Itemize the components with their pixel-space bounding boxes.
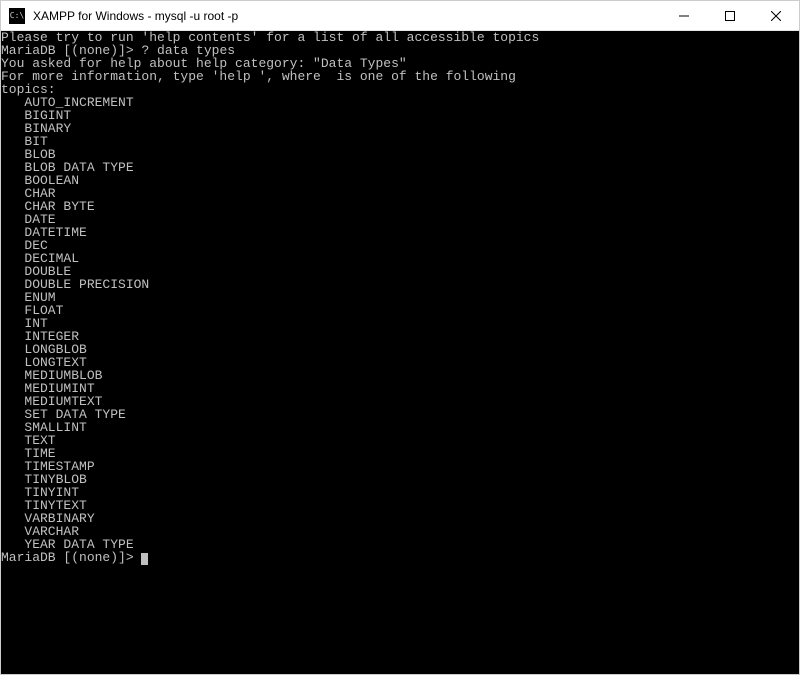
terminal-output[interactable]: Please try to run 'help contents' for a … xyxy=(1,31,799,674)
cmd-icon: C:\ xyxy=(9,8,25,24)
help-topic: TEXT xyxy=(1,434,799,447)
help-topic: LONGTEXT xyxy=(1,356,799,369)
close-icon xyxy=(771,11,781,21)
close-button[interactable] xyxy=(753,1,799,30)
help-topic: MEDIUMINT xyxy=(1,382,799,395)
prompt-prefix: MariaDB [(none)]> xyxy=(1,550,141,565)
help-topic: VARBINARY xyxy=(1,512,799,525)
help-topic: TINYTEXT xyxy=(1,499,799,512)
terminal-line: For more information, type 'help ', wher… xyxy=(1,70,799,83)
help-topic: CHAR BYTE xyxy=(1,200,799,213)
help-topic: DATETIME xyxy=(1,226,799,239)
help-topic: MEDIUMBLOB xyxy=(1,369,799,382)
help-topic: BOOLEAN xyxy=(1,174,799,187)
help-topic: DOUBLE PRECISION xyxy=(1,278,799,291)
help-topic: INTEGER xyxy=(1,330,799,343)
help-topic: AUTO_INCREMENT xyxy=(1,96,799,109)
help-topic: TINYINT xyxy=(1,486,799,499)
minimize-button[interactable] xyxy=(661,1,707,30)
window-controls xyxy=(661,1,799,30)
window-titlebar: C:\ XAMPP for Windows - mysql -u root -p xyxy=(1,1,799,31)
help-topic: TINYBLOB xyxy=(1,473,799,486)
maximize-icon xyxy=(725,11,735,21)
help-topic: TIMESTAMP xyxy=(1,460,799,473)
help-topic: INT xyxy=(1,317,799,330)
help-topic: BLOB DATA TYPE xyxy=(1,161,799,174)
maximize-button[interactable] xyxy=(707,1,753,30)
prompt-line: MariaDB [(none)]> xyxy=(1,551,799,565)
help-topic: CHAR xyxy=(1,187,799,200)
help-topic: TIME xyxy=(1,447,799,460)
minimize-icon xyxy=(679,11,689,21)
help-topic: BINARY xyxy=(1,122,799,135)
help-topic: ENUM xyxy=(1,291,799,304)
help-topic: DEC xyxy=(1,239,799,252)
help-topic: DATE xyxy=(1,213,799,226)
help-topic: SET DATA TYPE xyxy=(1,408,799,421)
window-title: XAMPP for Windows - mysql -u root -p xyxy=(33,9,661,23)
help-topic: LONGBLOB xyxy=(1,343,799,356)
help-topic: BIGINT xyxy=(1,109,799,122)
help-topic: FLOAT xyxy=(1,304,799,317)
help-topic: SMALLINT xyxy=(1,421,799,434)
help-topic: DECIMAL xyxy=(1,252,799,265)
help-topic: BIT xyxy=(1,135,799,148)
cursor-icon xyxy=(141,553,148,565)
